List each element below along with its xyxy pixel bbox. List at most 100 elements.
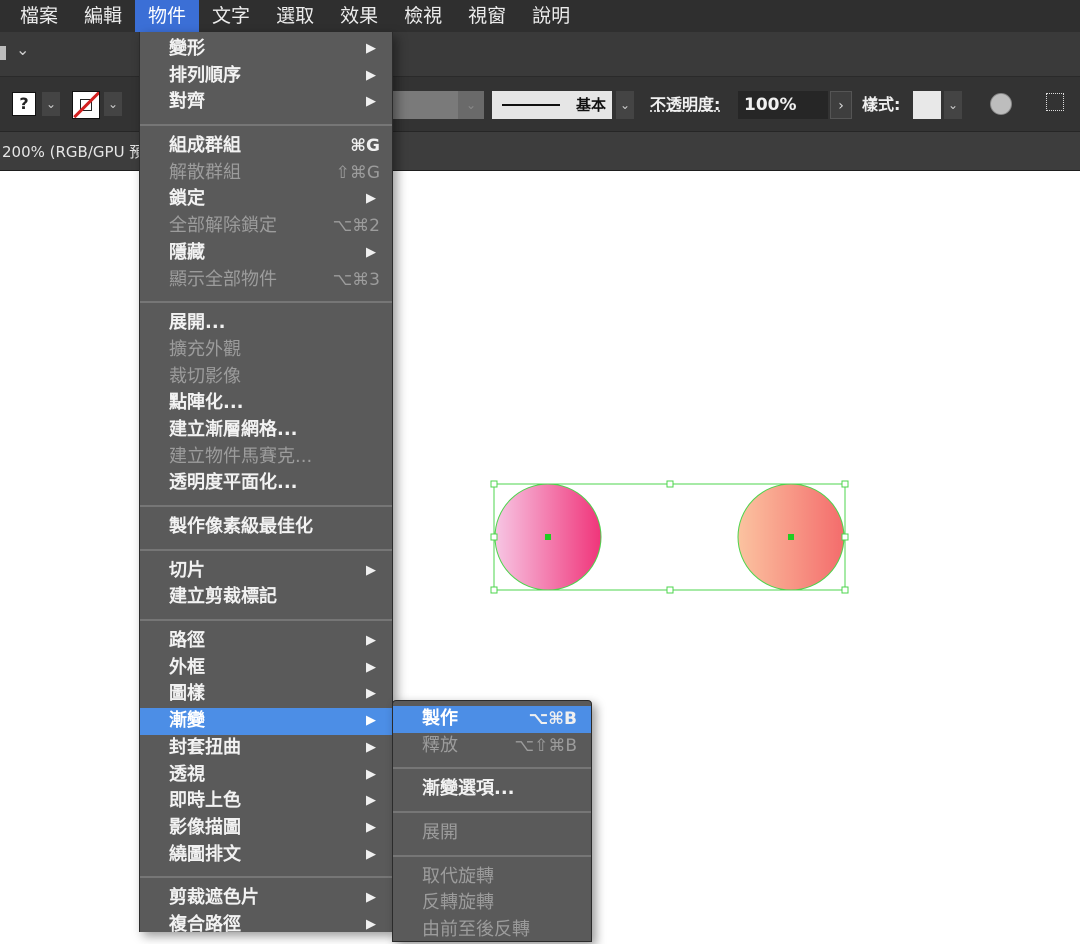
menubar-item-2[interactable]: 物件	[135, 0, 200, 32]
blend-submenu-separator	[393, 847, 591, 864]
object-menu-item[interactable]: 建立剪裁標記	[140, 584, 392, 611]
object-menu-item[interactable]: 建立漸層網格...	[140, 417, 392, 444]
style-chevron-down-icon[interactable]: ⌄	[944, 91, 962, 119]
opacity-input[interactable]: 100%	[738, 91, 828, 119]
object-menu-item[interactable]: 外框 ▶	[140, 655, 392, 682]
object-menu-item[interactable]: 切片 ▶	[140, 558, 392, 585]
menubar-item-8[interactable]: 說明	[519, 0, 583, 32]
object-menu-item[interactable]: 製作像素級最佳化	[140, 514, 392, 541]
object-menu-item-label: 展開...	[169, 312, 226, 334]
stroke-none-icon[interactable]	[72, 91, 100, 119]
object-menu-item-label: 鎖定	[169, 188, 205, 210]
object-menu-item-shortcut: ⇧⌘G	[335, 162, 380, 183]
object-menu-item[interactable]: 點陣化...	[140, 390, 392, 417]
blend-submenu-item-label: 取代旋轉	[422, 865, 494, 887]
object-menu-item[interactable]: 透明度平面化...	[140, 470, 392, 497]
object-menu-item-label: 透明度平面化...	[169, 472, 298, 494]
blend-submenu-item-label: 由前至後反轉	[422, 919, 530, 941]
object-menu-item-label: 複合路徑	[169, 913, 241, 935]
fill-dropdown-chevron-down-icon[interactable]: ⌄	[42, 92, 60, 116]
stroke-profile-label: 基本	[575, 96, 606, 114]
arrow-right-icon: ▶	[366, 846, 376, 862]
object-menu-separator	[140, 497, 392, 514]
document-tab-title[interactable]: 200% (RGB/GPU 預	[2, 141, 144, 162]
object-menu-item-label: 對齊	[169, 91, 205, 113]
arrow-right-icon: ▶	[366, 191, 376, 207]
object-menu-item: 裁切影像	[140, 364, 392, 391]
object-menu-item-label: 圖樣	[169, 683, 205, 705]
object-menu-item[interactable]: 複合路徑 ▶	[140, 912, 392, 939]
arrow-right-icon: ▶	[366, 766, 376, 782]
object-menu-item[interactable]: 漸變 ▶	[140, 708, 392, 735]
menubar-item-7[interactable]: 視窗	[455, 0, 519, 32]
blend-submenu-item: 由前至後反轉	[393, 917, 591, 944]
menubar-item-0[interactable]: 檔案	[0, 0, 71, 32]
panel-grip-icon[interactable]	[0, 46, 6, 60]
object-menu-separator	[140, 611, 392, 628]
object-menu-item-label: 排列順序	[169, 64, 241, 86]
object-menu-item[interactable]: 隱藏 ▶	[140, 240, 392, 267]
menubar-item-6[interactable]: 檢視	[391, 0, 455, 32]
object-menu-item[interactable]: 鎖定 ▶	[140, 186, 392, 213]
opacity-label[interactable]: 不透明度:	[650, 91, 720, 119]
object-menu-item-label: 裁切影像	[169, 365, 241, 387]
arrow-right-icon: ▶	[366, 713, 376, 729]
object-menu-item-label: 顯示全部物件	[169, 268, 277, 290]
object-menu-item-label: 擴充外觀	[169, 338, 241, 360]
object-menu-item[interactable]: 封套扭曲 ▶	[140, 735, 392, 762]
object-menu-item[interactable]: 變形 ▶	[140, 36, 392, 63]
object-menu-item-label: 隱藏	[169, 241, 205, 263]
blend-submenu-item-shortcut: ⌥⌘B	[528, 709, 577, 729]
arrow-right-icon: ▶	[366, 659, 376, 675]
object-menu-item[interactable]: 路徑 ▶	[140, 628, 392, 655]
object-menu-item-label: 路徑	[169, 630, 205, 652]
object-menu-item-label: 繞圖排文	[169, 843, 241, 865]
stroke-line-icon	[502, 104, 560, 106]
object-menu-item[interactable]: 展開...	[140, 310, 392, 337]
object-menu-item[interactable]: 圖樣 ▶	[140, 681, 392, 708]
object-menu: 變形 ▶ 排列順序 ▶ 對齊 ▶ 組成群組 ⌘G 解散群組 ⇧⌘G 鎖定 ▶ 全部解除鎖定 ⌥⌘2 隱藏 ▶ 顯…	[139, 32, 393, 935]
menubar-item-4[interactable]: 選取	[263, 0, 327, 32]
object-menu-separator	[140, 541, 392, 558]
menubar-item-1[interactable]: 編輯	[71, 0, 135, 32]
arrow-right-icon: ▶	[366, 916, 376, 932]
object-menu-item[interactable]: 對齊 ▶	[140, 89, 392, 116]
style-swatch[interactable]	[913, 91, 941, 119]
object-menu-item[interactable]: 組成群組 ⌘G	[140, 133, 392, 160]
object-menu-item: 全部解除鎖定 ⌥⌘2	[140, 213, 392, 240]
stroke-profile-chevron-down-icon[interactable]: ⌄	[616, 91, 634, 119]
chevron-down-icon[interactable]: ⌄	[16, 40, 29, 59]
object-menu-item[interactable]: 繞圖排文 ▶	[140, 842, 392, 869]
object-menu-item-label: 切片	[169, 559, 205, 581]
stroke-weight-chevron-down-icon[interactable]: ⌄	[458, 91, 484, 119]
recolor-wheel-icon[interactable]	[990, 93, 1012, 115]
transform-grid-icon[interactable]	[1046, 93, 1064, 111]
object-menu-separator	[140, 868, 392, 885]
object-menu-item[interactable]: 排列順序 ▶	[140, 63, 392, 90]
object-menu-item[interactable]: 透視 ▶	[140, 762, 392, 789]
blend-submenu-item-label: 展開	[422, 822, 458, 844]
object-menu-item[interactable]: 剪裁遮色片 ▶	[140, 885, 392, 912]
style-label: 樣式:	[862, 95, 901, 114]
object-menu-item: 擴充外觀	[140, 337, 392, 364]
object-menu-item-label: 透視	[169, 763, 205, 785]
menubar-item-5[interactable]: 效果	[327, 0, 391, 32]
artwork-canvas[interactable]	[490, 480, 850, 595]
object-menu-item-label: 全部解除鎖定	[169, 215, 277, 237]
fill-swatch[interactable]: ?	[12, 92, 36, 116]
object-menu-separator	[140, 116, 392, 133]
menubar-item-3[interactable]: 文字	[199, 0, 263, 32]
object-menu-separator	[140, 293, 392, 310]
blend-submenu-item[interactable]: 漸變選項...	[393, 776, 591, 803]
opacity-arrow-right-icon[interactable]: ›	[830, 91, 852, 119]
object-menu-item[interactable]: 即時上色 ▶	[140, 788, 392, 815]
stroke-dropdown-chevron-down-icon[interactable]: ⌄	[104, 92, 122, 116]
stroke-weight-field[interactable]	[392, 91, 458, 119]
arrow-right-icon: ▶	[366, 633, 376, 649]
arrow-right-icon: ▶	[366, 793, 376, 809]
stroke-profile-select[interactable]: 基本	[492, 91, 612, 119]
object-menu-item-label: 建立物件馬賽克...	[169, 445, 313, 467]
center-point-right	[788, 534, 794, 540]
object-menu-item[interactable]: 影像描圖 ▶	[140, 815, 392, 842]
blend-submenu-item[interactable]: 製作 ⌥⌘B	[393, 706, 591, 733]
